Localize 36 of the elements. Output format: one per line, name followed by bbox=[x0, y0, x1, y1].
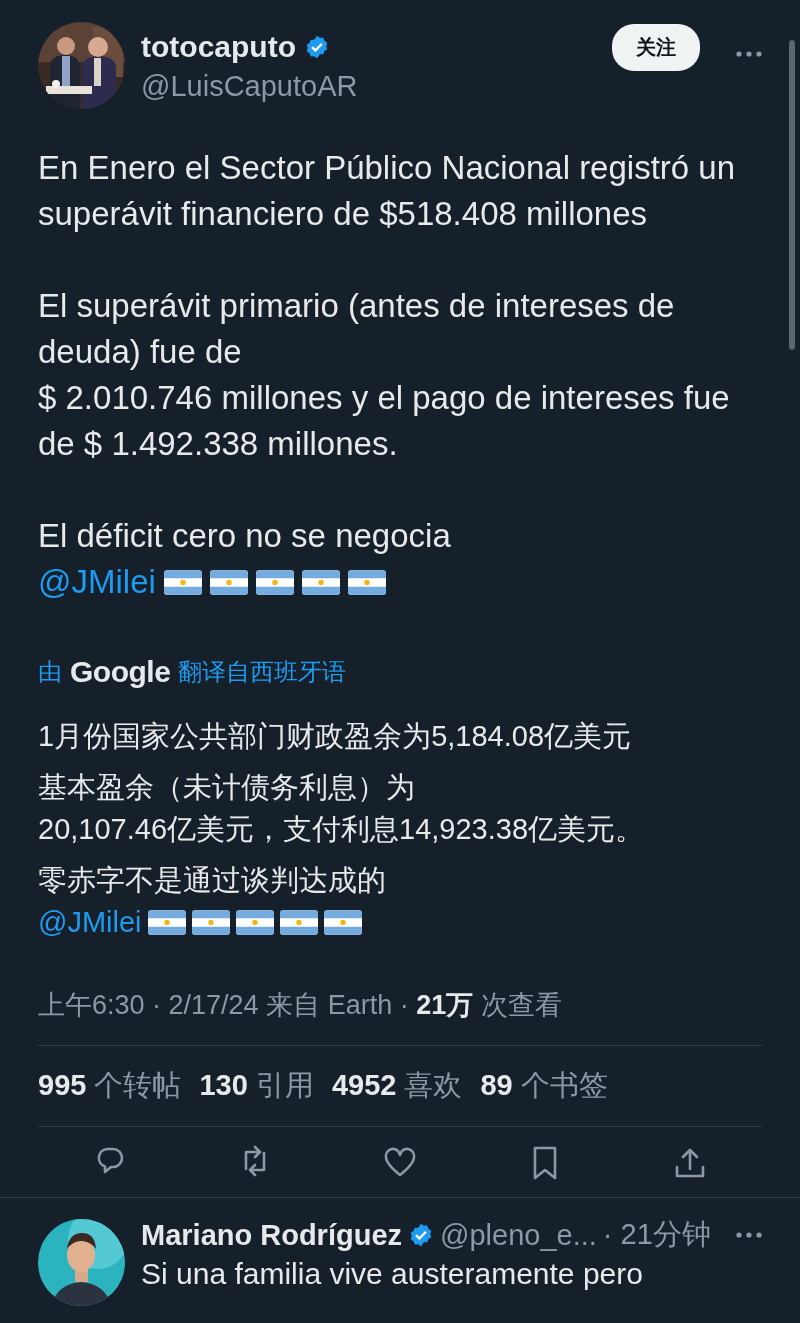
translated-paragraph: 1月份国家公共部门财政盈余为5,184.08亿美元 bbox=[38, 719, 632, 754]
flag-icon bbox=[163, 569, 202, 595]
flag-icon bbox=[255, 569, 294, 595]
post-paragraph: El déficit cero no se negocia bbox=[38, 516, 452, 556]
stat-link[interactable]: 4952 喜欢 bbox=[331, 1066, 463, 1106]
flag-icon bbox=[347, 569, 386, 595]
author-handle[interactable]: @LuisCaputoAR bbox=[141, 70, 596, 103]
reply-text: Si una familia vive austeramente pero bbox=[141, 1256, 644, 1292]
flag-icon bbox=[323, 909, 362, 935]
scrollbar[interactable] bbox=[789, 40, 795, 350]
flag-icon bbox=[147, 909, 186, 935]
flag-icon bbox=[209, 569, 248, 595]
flag-icon bbox=[301, 569, 340, 595]
author-handle[interactable]: @pleno_e... bbox=[440, 1218, 597, 1252]
translated-paragraph: 基本盈余（未计债务利息）为 20,107.46亿美元，支付利息14,923.38亿美元。 bbox=[38, 770, 646, 847]
post-meta: 上午6:30 · 2/17/24 来自 Earth · 21万 次查看 bbox=[38, 989, 563, 1022]
mention-link[interactable]: @JMilei bbox=[38, 901, 142, 943]
flag-icon bbox=[279, 909, 318, 935]
post-time: · 21分钟 bbox=[602, 1217, 711, 1252]
author-name[interactable]: totocaputo bbox=[141, 30, 296, 64]
post-paragraph: El superávit primario (antes de intereses de deuda) fue de $ 2.010.746 millones y el pago de intereses fue de $ 1.492.338 millones. bbox=[38, 286, 731, 464]
more-icon[interactable] bbox=[736, 1231, 762, 1239]
translation-prefix: 由 bbox=[38, 657, 62, 687]
stat-link[interactable]: 995 个转帖 bbox=[38, 1066, 182, 1106]
stat-link[interactable]: 89 个书签 bbox=[480, 1066, 608, 1106]
flag-icon bbox=[191, 909, 230, 935]
provider-name: Google bbox=[70, 655, 171, 689]
post-paragraph: En Enero el Sector Público Nacional registró un superávit financiero de $518.408 millones bbox=[38, 148, 737, 234]
author-name[interactable]: Mariano Rodríguez bbox=[141, 1218, 402, 1252]
more-icon[interactable] bbox=[736, 50, 762, 58]
translation-link[interactable]: 翻译自西班牙语 bbox=[178, 656, 347, 688]
mention-link[interactable]: @JMilei bbox=[38, 559, 156, 605]
flag-icon bbox=[235, 909, 274, 935]
translated-paragraph: 零赤字不是通过谈判达成的 bbox=[38, 863, 387, 898]
stat-link[interactable]: 130 引用 bbox=[199, 1066, 314, 1106]
follow-button[interactable]: 关注 bbox=[612, 24, 700, 71]
